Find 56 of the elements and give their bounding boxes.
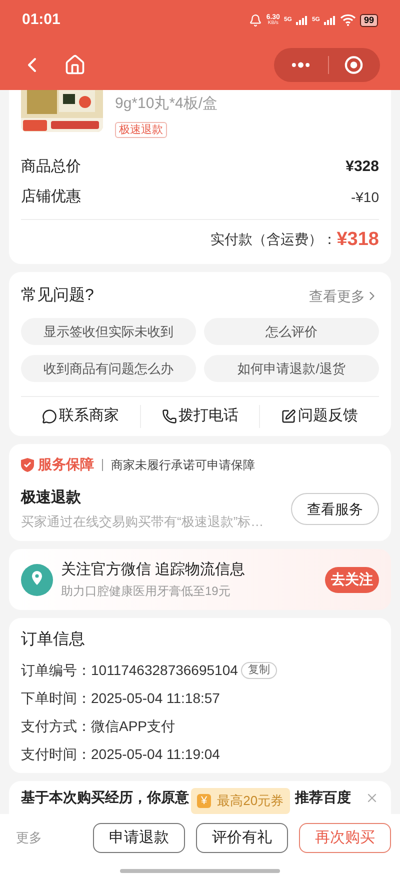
clock-time: 01:01 xyxy=(22,10,60,30)
alarm-icon xyxy=(249,14,262,26)
action-button[interactable]: 评价有礼 xyxy=(196,823,288,853)
follow-button[interactable]: 去关注 xyxy=(325,566,379,592)
signal-icon xyxy=(296,16,308,24)
question-chip[interactable]: 收到商品有问题怎么办 xyxy=(21,355,196,382)
info-value: 2025-05-04 11:19:04 xyxy=(91,745,220,764)
close-circle-icon[interactable] xyxy=(344,55,364,75)
contact-action[interactable]: 问题反馈 xyxy=(281,405,358,428)
location-pin-icon xyxy=(21,564,53,596)
faq-title: 常见问题? xyxy=(21,286,94,306)
battery-level: 99 xyxy=(360,14,378,26)
question-chip[interactable]: 怎么评价 xyxy=(204,318,379,345)
survey-question: 推荐百度 xyxy=(295,788,351,807)
price-value: ¥328 xyxy=(346,156,379,176)
info-label: 支付时间： xyxy=(21,745,91,764)
service-note: 商家未履行承诺可申请保障 xyxy=(111,456,255,474)
coupon-icon: ¥ xyxy=(197,794,212,808)
price-value: -¥10 xyxy=(350,188,379,207)
survey-question: 基于本次购买经历，你原意 xyxy=(21,788,189,807)
product-spec: 9g*10丸*4板/盒 xyxy=(115,94,218,114)
more-icon[interactable] xyxy=(291,62,311,68)
phone-icon xyxy=(162,409,176,424)
contact-action[interactable]: 联系商家 xyxy=(42,405,119,428)
shield-icon xyxy=(21,458,34,472)
wechat-subtitle: 助力口腔健康医用牙膏低至19元 xyxy=(61,582,232,600)
service-description: 买家通过在线交易购买带有“极速退款”标… xyxy=(21,512,264,530)
total-label: 实付款（含运费）： xyxy=(210,230,337,250)
coupon-text: 最高20元券 xyxy=(217,792,284,810)
contact-action[interactable]: 拨打电话 xyxy=(162,405,238,428)
price-label: 商品总价 xyxy=(21,156,81,176)
info-value: 2025-05-04 11:18:57 xyxy=(91,689,220,708)
service-title: 极速退款 xyxy=(21,488,82,508)
wechat-title: 关注官方微信 追踪物流信息 xyxy=(61,560,246,580)
info-label: 下单时间： xyxy=(21,689,91,708)
question-chip[interactable]: 如何申请退款/退货 xyxy=(204,355,379,382)
order-info-title: 订单信息 xyxy=(21,630,86,650)
see-more-link[interactable]: 查看更多 xyxy=(309,286,379,306)
info-value: 1011746328736695104 xyxy=(91,661,238,680)
edit-icon xyxy=(281,409,296,424)
refund-tag: 极速退款 xyxy=(115,122,167,138)
total-price: ¥318 xyxy=(336,228,379,252)
view-service-button[interactable]: 查看服务 xyxy=(291,493,379,525)
service-label: 服务保障 xyxy=(38,455,94,474)
info-value: 微信APP支付 xyxy=(91,717,176,736)
wifi-icon xyxy=(340,14,356,26)
copy-button[interactable]: 复制 xyxy=(240,662,277,679)
home-icon[interactable] xyxy=(64,54,86,76)
chat-icon xyxy=(42,409,57,424)
info-label: 订单编号： xyxy=(21,661,91,680)
info-label: 支付方式： xyxy=(21,717,91,736)
price-label: 店铺优惠 xyxy=(21,187,81,207)
action-button[interactable]: 再次购买 xyxy=(299,823,391,853)
action-button[interactable]: 申请退款 xyxy=(93,823,185,853)
signal-icon xyxy=(324,16,336,24)
question-chip[interactable]: 显示签收但实际未收到 xyxy=(21,318,196,345)
